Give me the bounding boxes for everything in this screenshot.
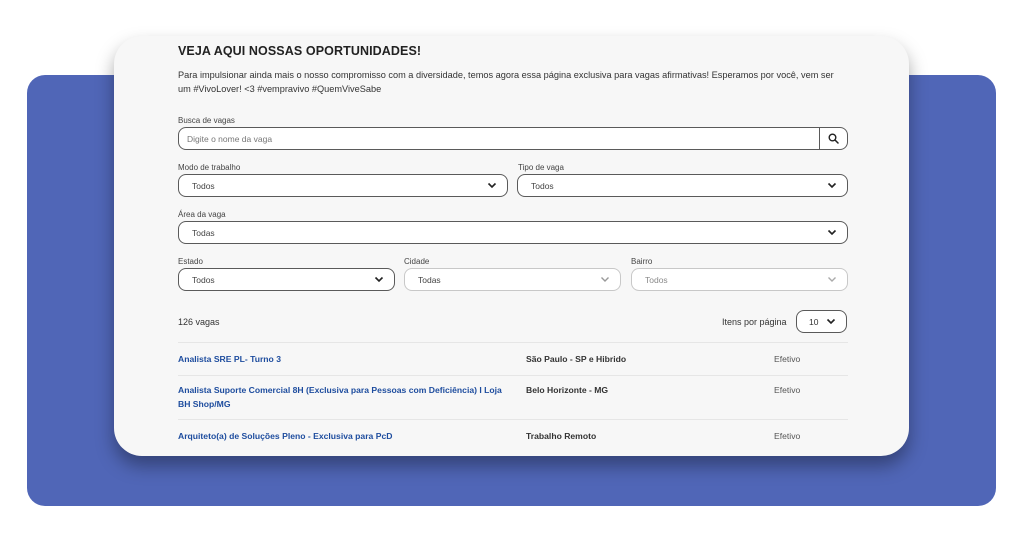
work-mode-select[interactable]: Todos bbox=[178, 174, 508, 197]
opportunities-card: VEJA AQUI NOSSAS OPORTUNIDADES! Para imp… bbox=[114, 36, 909, 456]
city-label: Cidade bbox=[404, 257, 430, 266]
job-type: Efetivo bbox=[774, 385, 801, 395]
state-label: Estado bbox=[178, 257, 203, 266]
chevron-down-icon bbox=[828, 277, 836, 282]
page-description: Para impulsionar ainda mais o nosso comp… bbox=[178, 70, 834, 94]
search-input[interactable] bbox=[179, 128, 847, 149]
city-select[interactable]: Todas bbox=[404, 268, 621, 291]
job-location: Trabalho Remoto bbox=[526, 431, 597, 441]
job-location: Belo Horizonte - MG bbox=[526, 385, 609, 395]
job-type-value: Todos bbox=[531, 181, 554, 191]
items-per-page-label: Itens por página bbox=[722, 317, 787, 327]
city-value: Todas bbox=[418, 275, 441, 285]
work-mode-value: Todos bbox=[192, 181, 215, 191]
search-label: Busca de vagas bbox=[178, 116, 235, 125]
area-label: Área da vaga bbox=[178, 210, 226, 219]
chevron-down-icon bbox=[827, 182, 837, 189]
job-type-select[interactable]: Todos bbox=[517, 174, 848, 197]
district-select[interactable]: Todos bbox=[631, 268, 848, 291]
page-title: VEJA AQUI NOSSAS OPORTUNIDADES! bbox=[178, 44, 422, 58]
items-per-page-select[interactable]: 10 bbox=[796, 310, 847, 333]
search-field bbox=[178, 127, 848, 150]
job-type-label: Tipo de vaga bbox=[518, 163, 564, 172]
area-select[interactable]: Todas bbox=[178, 221, 848, 244]
divider bbox=[178, 342, 848, 343]
area-value: Todas bbox=[192, 228, 215, 238]
search-icon bbox=[828, 133, 839, 144]
divider bbox=[178, 419, 848, 420]
chevron-down-icon bbox=[827, 229, 837, 236]
job-title-link[interactable]: Arquiteto(a) de Soluções Pleno - Exclusi… bbox=[178, 429, 508, 443]
search-button[interactable] bbox=[819, 128, 847, 149]
job-location: São Paulo - SP e Hibrido bbox=[526, 354, 627, 364]
chevron-down-icon bbox=[601, 277, 609, 282]
state-select[interactable]: Todos bbox=[178, 268, 395, 291]
job-title-link[interactable]: Analista SRE PL- Turno 3 bbox=[178, 352, 508, 366]
district-label: Bairro bbox=[631, 257, 653, 266]
results-count: 126 vagas bbox=[178, 317, 220, 327]
chevron-down-icon bbox=[374, 276, 384, 283]
chevron-down-icon bbox=[487, 182, 497, 189]
job-type: Efetivo bbox=[774, 431, 801, 441]
state-value: Todos bbox=[192, 275, 215, 285]
job-title-link[interactable]: Analista Suporte Comercial 8H (Exclusiva… bbox=[178, 383, 508, 411]
divider bbox=[178, 375, 848, 376]
district-value: Todos bbox=[645, 275, 668, 285]
items-per-page-value: 10 bbox=[809, 317, 819, 327]
chevron-down-icon bbox=[826, 318, 836, 325]
job-type: Efetivo bbox=[774, 354, 801, 364]
work-mode-label: Modo de trabalho bbox=[178, 163, 241, 172]
